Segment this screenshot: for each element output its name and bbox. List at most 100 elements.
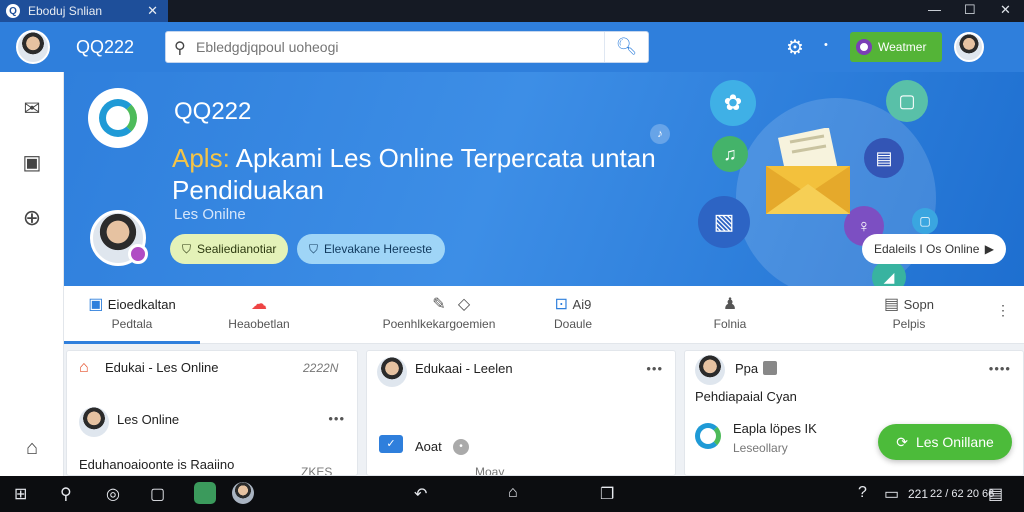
card-2-foot: Moay <box>475 465 505 476</box>
welcome-icon <box>856 39 872 55</box>
q-logo-icon <box>695 423 721 449</box>
card-2-more-icon[interactable]: ••• <box>646 361 663 376</box>
fab-button[interactable]: ⟳ Les Onillane <box>878 424 1012 460</box>
hero-brand: QQ222 <box>174 98 252 125</box>
card-1-meta: 2222N <box>303 361 339 375</box>
gear-icon[interactable]: ⚙ <box>786 35 804 60</box>
card-1-more-icon[interactable]: ••• <box>328 411 345 426</box>
note-icon: ♪ <box>650 124 670 144</box>
tab-1[interactable]: ▣ Eioedkaltan Pedtala <box>64 294 200 344</box>
task-view-icon[interactable]: ◎ <box>106 484 120 504</box>
tab-7-label: Pelpis <box>892 317 926 331</box>
welcome-label: Weatmer <box>878 40 927 54</box>
profile-avatar[interactable] <box>16 30 50 64</box>
media-icon: ▤ <box>864 138 904 178</box>
search-input[interactable] <box>196 32 606 62</box>
home-icon[interactable]: ⌂ <box>18 434 46 462</box>
tab-2-label: Heaobetlan <box>228 317 290 331</box>
hero-title-rest: Apkami Les Online Terpercata untan Pendi… <box>172 143 656 205</box>
help-icon[interactable]: ? <box>858 484 867 502</box>
maximize-button[interactable]: ☐ <box>964 2 976 18</box>
card-1-post-text: Eduhanoaioonte is Raaiino <box>79 457 235 472</box>
welcome-button[interactable]: Weatmer <box>850 32 942 62</box>
card-3-avatar <box>695 355 725 385</box>
shield-app-icon[interactable] <box>194 482 216 504</box>
cloud-icon: ☁ <box>251 296 267 313</box>
hero-title: Apls: Apkami Les Online Terpercata untan… <box>172 142 712 206</box>
tab-6[interactable]: ♟ Folnia <box>700 294 760 331</box>
bookmark-icon: ▣ Eioedkaltan <box>88 296 176 313</box>
gift-icon: ▢ <box>886 80 928 122</box>
fab-label: Les Onillane <box>915 434 994 450</box>
more-vertical-icon[interactable]: ⋮ <box>996 302 1010 319</box>
feed-card-2[interactable]: Edukaai - Leelen ••• ✓ Aoat • Moay <box>366 350 676 476</box>
search-icon[interactable]: ⚲ <box>60 484 72 504</box>
sidebar: ✉ ▣ ⊕ ⌂ <box>0 72 64 476</box>
taskbar: ⊞ ⚲ ◎ ▢ ↶ ⌂ ❐ ? ▭ 221 22 / 62 20 66 ▤ <box>0 476 1024 512</box>
chat-icon: ✓ <box>379 435 403 453</box>
q-logo-icon <box>99 99 137 137</box>
tab-1-label: Pedtala <box>111 317 153 331</box>
search-button[interactable]: 🔍︎ <box>604 32 648 62</box>
hero-cta-button[interactable]: Edaleils I Os Online ▶ <box>862 234 1006 264</box>
music-icon: ♫ <box>712 136 748 172</box>
home-icon: ⌂ <box>79 359 89 376</box>
close-button[interactable]: ✕ <box>1000 2 1011 18</box>
tab-7[interactable]: ▤ Sopn Pelpis <box>874 294 944 331</box>
doc-icon: ▢ <box>912 208 938 234</box>
q-icon: ⟳ <box>896 433 908 450</box>
flower-icon: ✿ <box>710 80 756 126</box>
pill-button-b[interactable]: ⛉ Elevakane Hereeste <box>297 234 445 264</box>
tab-7-title: Sopn <box>903 297 934 312</box>
card-3-sub-title: Eapla löpes IK <box>733 421 817 436</box>
card-2-item: Aoat <box>415 439 442 454</box>
title-bar: Q Eboduj Snlian ✕ — ☐ ✕ <box>0 0 1024 22</box>
app-logo-icon: Q <box>6 4 20 18</box>
card-1-post-meta: ZKES <box>301 465 333 476</box>
tab-3[interactable]: ✎ Poenhlkekargoemien <box>374 294 504 331</box>
brand-name: QQ222 <box>76 37 135 57</box>
info-icon[interactable]: • <box>453 439 469 455</box>
shield-icon: ⛉ <box>182 241 192 256</box>
tab-2[interactable]: ☁ Heaobetlan <box>214 294 304 331</box>
keyboard-icon[interactable]: ▭ <box>884 484 899 504</box>
folder-icon: ▤ Sopn <box>884 296 934 313</box>
verified-icon <box>763 361 777 375</box>
card-1-post-name: Les Online <box>117 412 180 427</box>
envelope-open-icon[interactable]: ✉ <box>18 94 46 122</box>
card-2-title: Edukaai - Leelen <box>415 361 513 376</box>
tab-4[interactable]: ◇ <box>446 294 482 314</box>
hero-title-prefix: Apls: <box>172 143 230 173</box>
avatar-app-icon[interactable] <box>232 482 254 504</box>
notification-icon[interactable]: ▤ <box>988 484 1003 504</box>
lock-icon: ⊡ Ai9 <box>554 296 592 313</box>
feed-card-1[interactable]: ⌂ Edukai - Les Online 2222N Les Online •… <box>66 350 358 476</box>
card-1-avatar <box>79 407 109 437</box>
tab-5-label: Doaule <box>553 317 593 331</box>
more-dot-icon[interactable]: • <box>824 39 828 51</box>
app-tab[interactable]: Q Eboduj Snlian ✕ <box>0 0 168 22</box>
card-2-avatar <box>377 357 407 387</box>
tab-6-label: Folnia <box>713 317 747 331</box>
minimize-button[interactable]: — <box>928 2 941 17</box>
home-icon[interactable]: ⌂ <box>508 484 518 502</box>
category-tabs: ▣ Eioedkaltan Pedtala ☁ Heaobetlan ✎ Poe… <box>64 286 1024 344</box>
windows-icon[interactable]: ⊞ <box>14 484 27 504</box>
back-icon[interactable]: ↶ <box>414 484 427 504</box>
plus-circle-icon[interactable]: ⊕ <box>18 204 46 232</box>
top-bar: QQ222 ⚲ 🔍︎ ⚙ • Weatmer <box>0 22 1024 72</box>
card-3-line: Pehdiapaial Cyan <box>695 389 797 404</box>
shield-check-icon: ⛉ <box>309 241 319 256</box>
user-avatar[interactable] <box>954 32 984 62</box>
tab-close-button[interactable]: ✕ <box>147 3 158 19</box>
window-icon[interactable]: ▢ <box>150 484 165 504</box>
play-icon: ▶ <box>984 242 994 256</box>
recent-apps-icon[interactable]: ❐ <box>600 484 614 504</box>
clock-date: 22 / 62 20 66 <box>930 488 995 500</box>
tab-5[interactable]: ⊡ Ai9 Doaule <box>538 294 608 331</box>
bookmark-icon[interactable]: ▣ <box>18 148 46 176</box>
card-3-more-icon[interactable]: •••• <box>989 361 1011 376</box>
pill-button-a[interactable]: ⛉ Sealiedianotiar <box>170 234 288 264</box>
tab-5-title: Ai9 <box>572 297 592 312</box>
pill-b-label: Elevakane Hereeste <box>324 242 433 256</box>
